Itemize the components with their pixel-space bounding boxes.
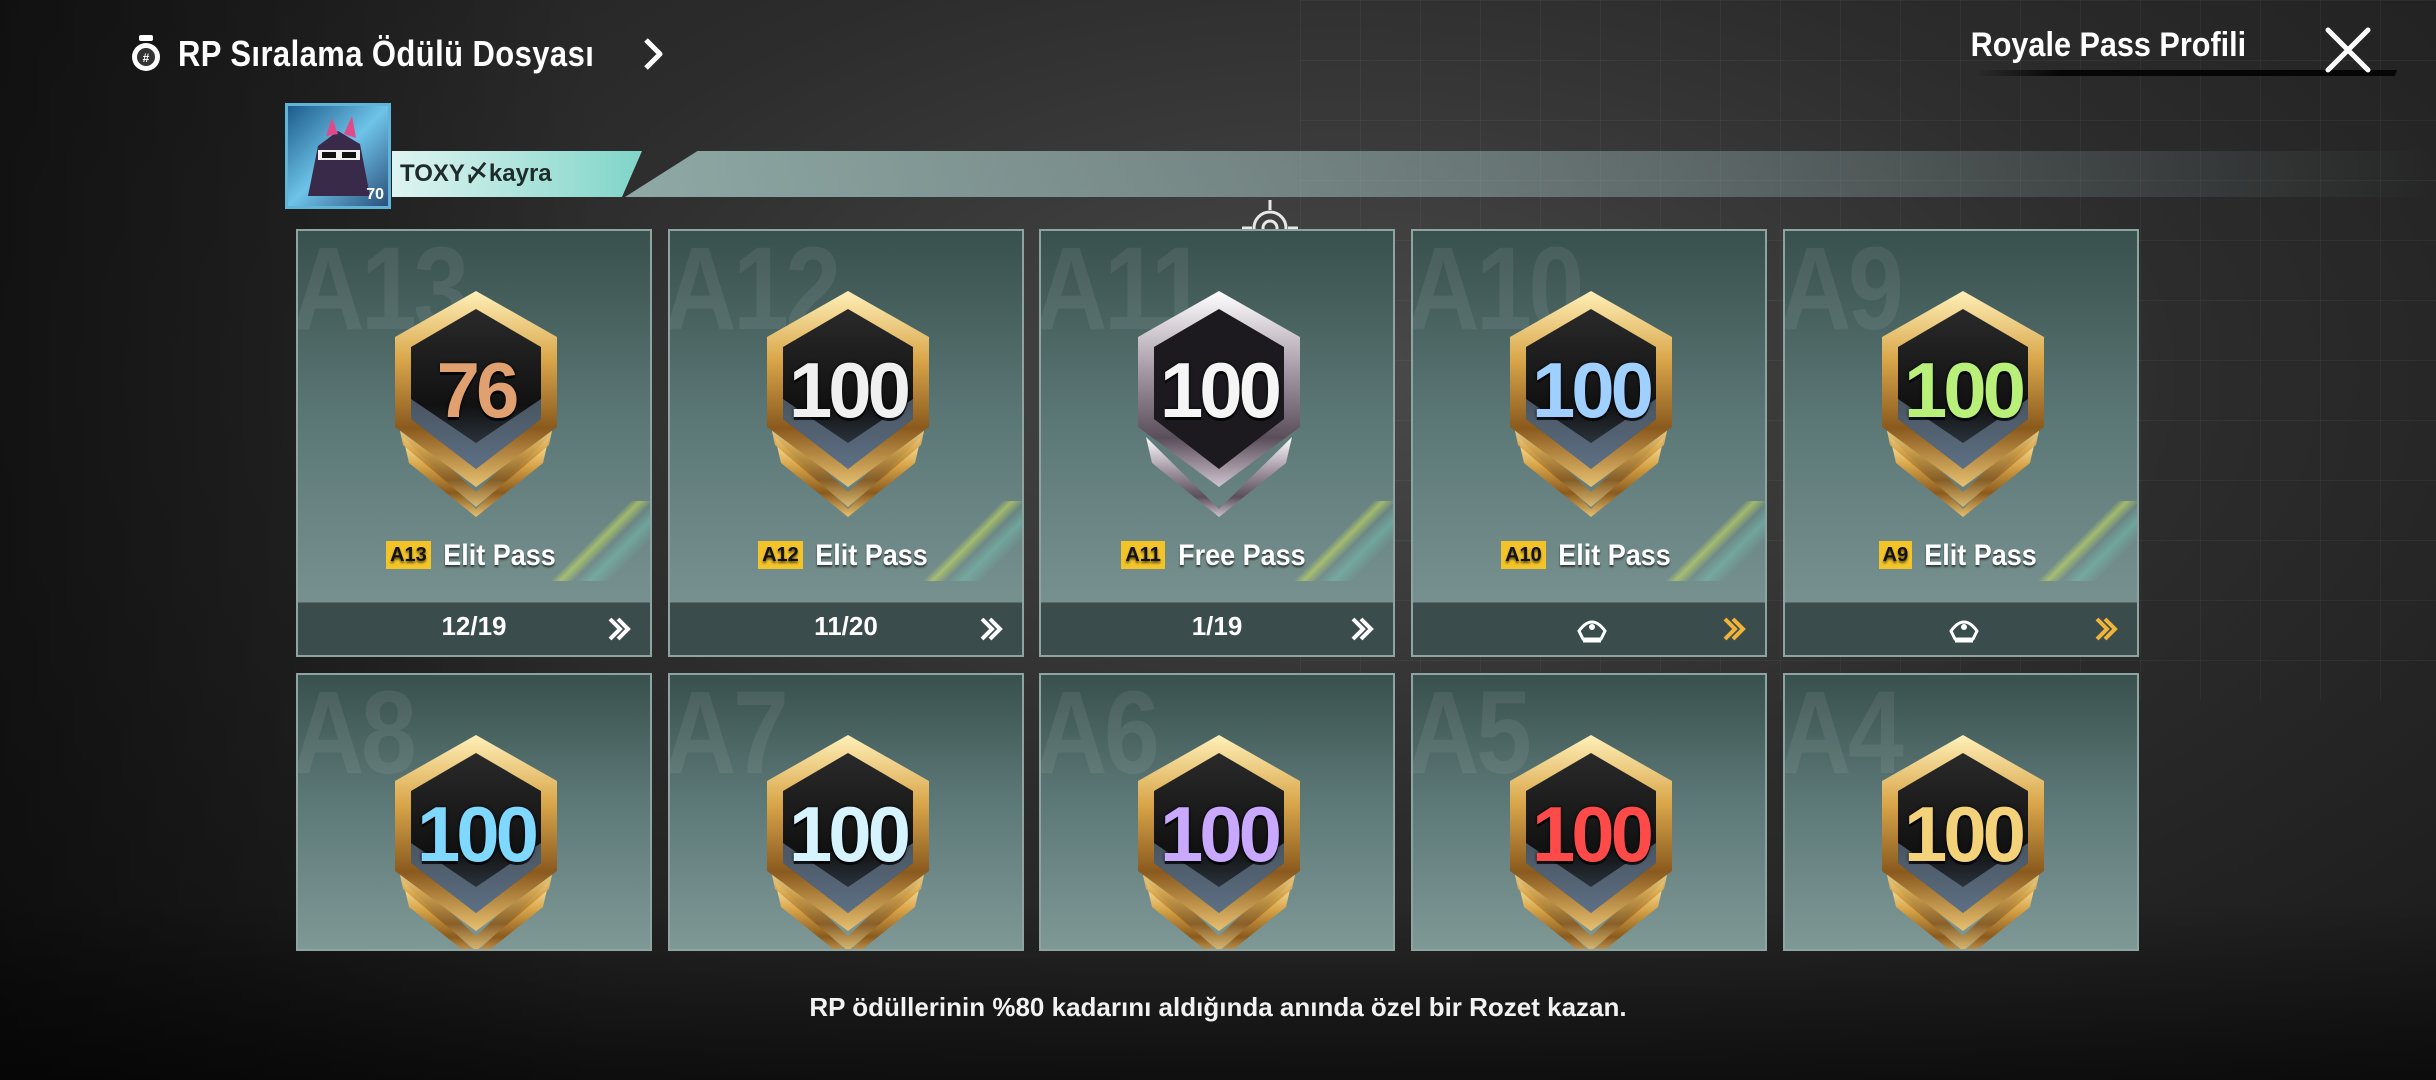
page-title: RP Sıralama Ödülü Dosyası	[178, 33, 595, 74]
chevron-right-icon	[1723, 617, 1746, 641]
chevron-right-icon	[608, 617, 631, 641]
progress-bar[interactable]	[1785, 602, 2137, 655]
season-card-a12[interactable]: A12 100 A12 Elit Pass 11/20	[668, 229, 1024, 657]
royale-pass-profile-link[interactable]: Royale Pass Profili	[1970, 26, 2246, 65]
svg-text:#: #	[143, 51, 150, 65]
rank-badge: 100	[1126, 731, 1312, 951]
badge-number: 100	[788, 346, 911, 434]
badge-number: 100	[788, 790, 911, 878]
close-icon[interactable]	[2320, 22, 2376, 78]
progress-count: 1/19	[1191, 611, 1243, 641]
avatar[interactable]: 70	[285, 103, 391, 209]
pass-season-tag: A12	[758, 541, 803, 569]
badge-number: 100	[1159, 346, 1282, 434]
rank-badge: 100	[755, 731, 941, 951]
rank-badge: 100	[1870, 287, 2056, 517]
pass-name: Elit Pass	[1924, 539, 2038, 572]
badge-number: 100	[1903, 790, 2026, 878]
pass-name: Elit Pass	[1558, 539, 1671, 572]
pass-label: A9 Elit Pass	[1785, 539, 2137, 573]
pass-label: A11 Free Pass	[1041, 539, 1393, 573]
pass-label: A12 Elit Pass	[670, 539, 1022, 573]
pass-label: A10 Elit Pass	[1413, 539, 1765, 573]
medal-icon: #	[132, 35, 160, 71]
rp-ranking-file-link[interactable]: # RP Sıralama Ödülü Dosyası	[128, 28, 668, 80]
badge-number: 100	[1531, 346, 1654, 434]
season-card-a6[interactable]: A6 100	[1039, 673, 1395, 951]
pass-season-tag: A11	[1121, 541, 1165, 569]
rank-badge: 100	[1498, 731, 1684, 951]
avatar-level: 70	[366, 186, 384, 203]
season-card-a9[interactable]: A9 100 A9 Elit Pass	[1783, 229, 2139, 657]
crown-badge-icon	[1949, 620, 1979, 643]
pass-season-tag: A10	[1501, 541, 1546, 569]
progress-count: 11/20	[814, 611, 878, 641]
chevron-right-icon	[1351, 617, 1374, 641]
chevron-right-icon	[2095, 617, 2118, 641]
progress-bar[interactable]: 11/20	[670, 602, 1022, 655]
pass-name: Elit Pass	[443, 539, 556, 572]
pass-name: Elit Pass	[815, 539, 928, 572]
season-card-a13[interactable]: A13 76 A13 Elit Pass 12/19	[296, 229, 652, 657]
season-card-a10[interactable]: A10 100 A10 Elit Pass	[1411, 229, 1767, 657]
progress-bar[interactable]	[1413, 602, 1765, 655]
crown-badge-icon	[1577, 620, 1607, 643]
season-card-a11[interactable]: A11 100 A11 Free Pass 1/19	[1039, 229, 1395, 657]
season-card-a8[interactable]: A8 100	[296, 673, 652, 951]
season-card-a5[interactable]: A5 100	[1411, 673, 1767, 951]
pass-season-tag: A9	[1878, 541, 1913, 569]
pass-label: A13 Elit Pass	[298, 539, 650, 573]
chevron-right-icon	[980, 617, 1003, 641]
footer-note: RP ödüllerinin %80 kadarını aldığında an…	[809, 992, 1627, 1022]
rank-badge: 76	[383, 287, 569, 517]
rank-badge: 100	[1498, 287, 1684, 517]
badge-number: 100	[1159, 790, 1282, 878]
header-right: Royale Pass Profili	[1956, 18, 2436, 88]
badge-number: 76	[436, 346, 520, 434]
season-card-a7[interactable]: A7 100	[668, 673, 1024, 951]
progress-bar[interactable]: 1/19	[1041, 602, 1393, 655]
chevron-right-icon	[644, 38, 663, 70]
rank-badge: 100	[383, 731, 569, 951]
player-name: TOXY〆kayra	[400, 160, 552, 187]
pass-season-tag: A13	[386, 541, 431, 569]
rank-badge: 100	[1870, 731, 2056, 951]
progress-bar[interactable]: 12/19	[298, 602, 650, 655]
pass-name: Free Pass	[1177, 539, 1306, 572]
rank-badge: 100	[755, 287, 941, 517]
rank-badge: 100	[1126, 287, 1312, 517]
badge-number: 100	[1903, 346, 2026, 434]
season-card-a4[interactable]: A4 100	[1783, 673, 2139, 951]
header-strip	[625, 151, 2436, 197]
badge-number: 100	[1531, 790, 1654, 878]
badge-number: 100	[416, 790, 539, 878]
progress-count: 12/19	[441, 611, 507, 641]
